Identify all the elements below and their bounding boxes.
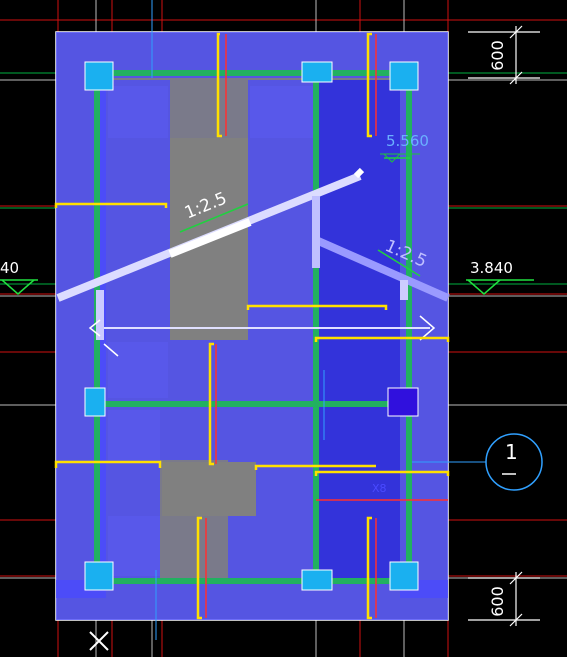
axis-label: 1 (505, 440, 518, 464)
column-2[interactable] (301, 61, 333, 83)
slab-panels-dark[interactable] (318, 80, 400, 580)
dimension-marks (468, 25, 540, 627)
slab-panel-right-top[interactable] (318, 80, 400, 340)
elevation-marker-right (466, 279, 534, 295)
column-3[interactable] (389, 61, 419, 91)
slab-panel-bottom[interactable] (56, 580, 448, 620)
slab-panel-right-lower[interactable] (318, 340, 400, 580)
column-1[interactable] (84, 61, 114, 91)
slab-panel-left-mid[interactable] (100, 140, 170, 340)
column-7[interactable] (301, 569, 333, 591)
cad-drawing-canvas[interactable]: 600 600 5.560 3.840 40 1:2.5 1:2.5 1 X8 (0, 0, 567, 657)
column-5[interactable] (387, 387, 419, 417)
elevation-marker-left (0, 279, 38, 295)
beam-label: X8 (372, 482, 387, 495)
cad-drawing-svg[interactable] (0, 0, 567, 657)
opening-lower[interactable] (162, 462, 256, 516)
column-8[interactable] (389, 561, 419, 591)
column-6[interactable] (84, 561, 114, 591)
dim-label-top: 600 (487, 40, 507, 71)
elevation-label-upper: 5.560 (386, 132, 429, 150)
elevation-label-right: 3.840 (470, 259, 513, 277)
slab-panel-mid[interactable] (248, 140, 318, 340)
dim-label-bottom: 600 (487, 586, 507, 617)
origin-x-marker (89, 631, 109, 651)
column-4[interactable] (84, 387, 106, 417)
elevation-label-left: 40 (0, 259, 20, 277)
